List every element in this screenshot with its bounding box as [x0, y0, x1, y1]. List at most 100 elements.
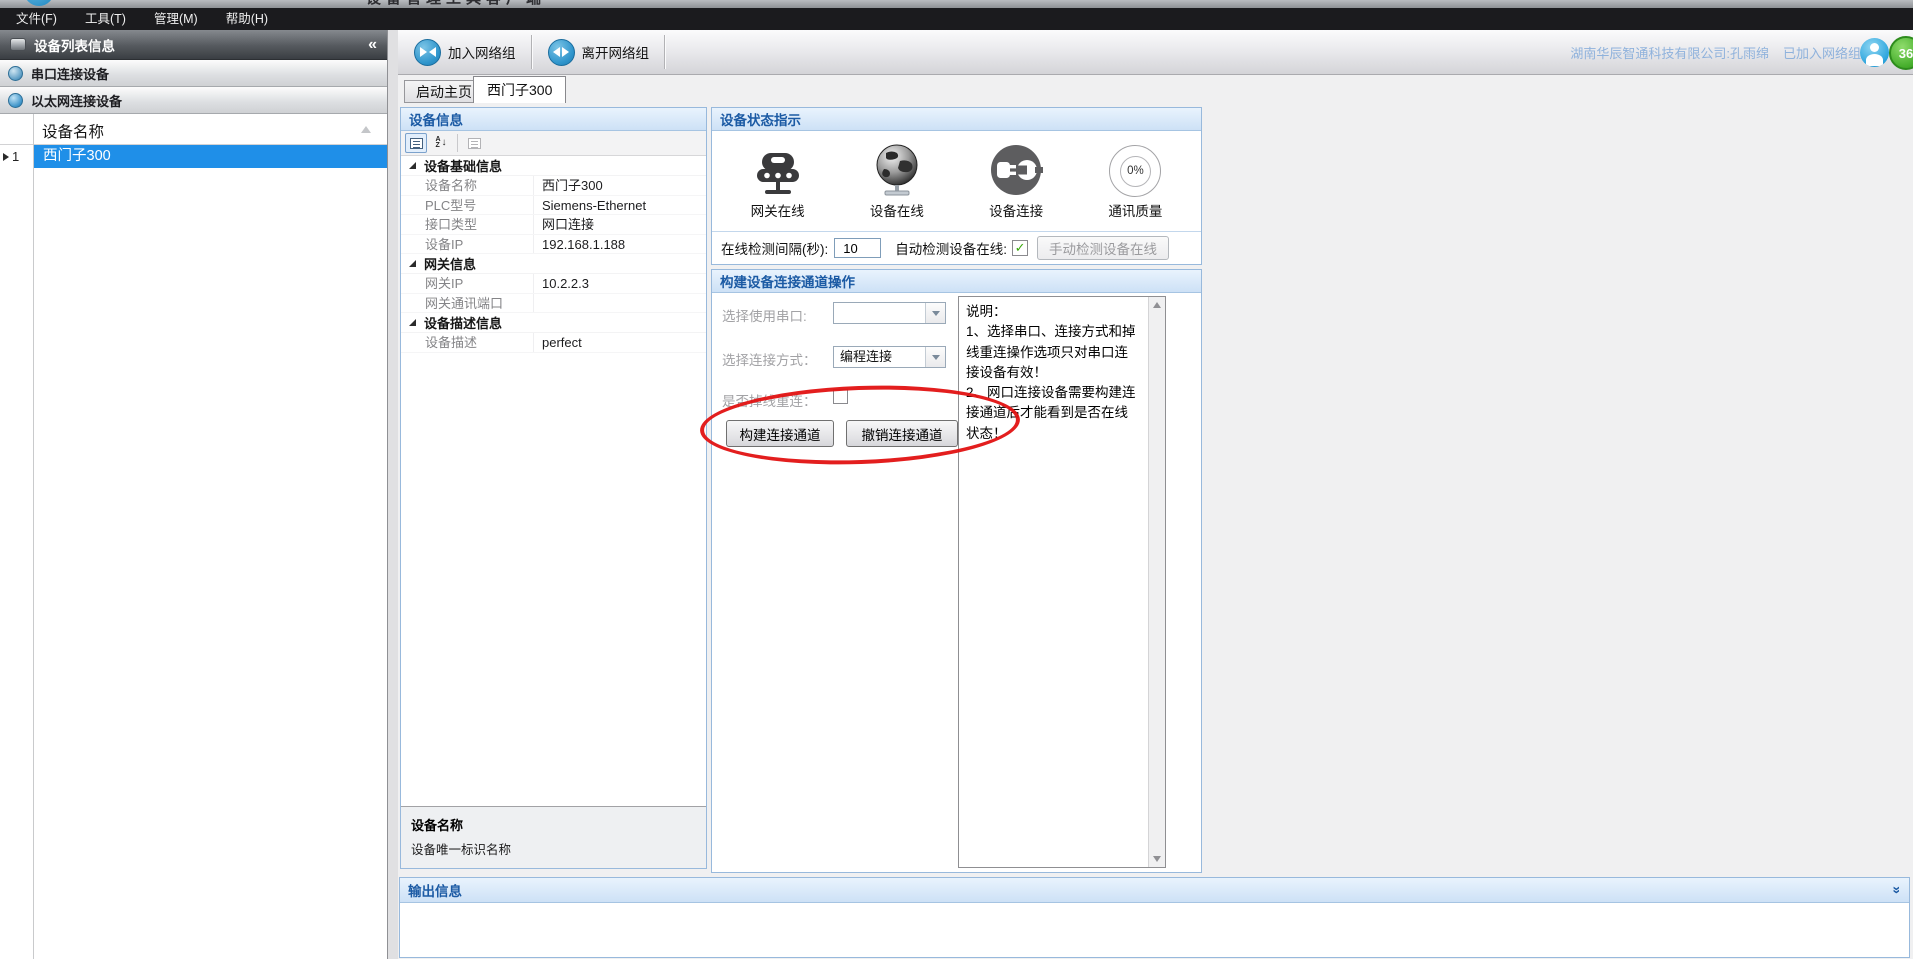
gateway-online-icon [752, 149, 804, 197]
sidebar-title: 设备列表信息 [34, 35, 368, 55]
indicator-comm-quality: 0% 通讯质量 [1080, 139, 1190, 220]
leave-group-icon [548, 39, 575, 66]
property-row[interactable]: 设备IP 192.168.1.188 [401, 235, 706, 255]
app-icon [24, 0, 54, 6]
property-row[interactable]: 接口类型 网口连接 [401, 215, 706, 235]
categorized-view-icon[interactable] [405, 133, 427, 153]
device-table-header[interactable]: 设备名称 [0, 114, 387, 145]
note-line-2: 2、网口连接设备需要构建连接通道后才能看到是否在线状态！ [966, 383, 1141, 444]
sidebar-header: 设备列表信息 « [0, 30, 387, 60]
auto-detect-checkbox[interactable]: ✓ [1012, 240, 1028, 256]
leave-group-label: 离开网络组 [582, 42, 650, 62]
row-header-divider [33, 114, 34, 959]
menu-help[interactable]: 帮助(H) [212, 8, 282, 30]
reconnect-checkbox[interactable] [833, 389, 848, 404]
property-row[interactable]: 设备名称 西门子300 [401, 176, 706, 196]
expander-icon[interactable] [409, 162, 416, 169]
collapse-output-icon[interactable]: « [1888, 886, 1902, 894]
main-toolbar: 加入网络组 离开网络组 湖南华辰智通科技有限公司:孔雨绵 已加入网络组 36 [398, 30, 1913, 75]
status-indicators: 网关在线 [712, 131, 1201, 220]
property-row[interactable]: PLC型号 Siemens-Ethernet [401, 196, 706, 216]
reconnect-label: 是否掉线重连： [722, 390, 817, 410]
online-detect-row: 在线检测间隔(秒): 自动检测设备在线: ✓ 手动检测设备在线 [712, 231, 1201, 264]
scroll-up-icon[interactable] [1153, 302, 1161, 308]
property-grid-toolbar: A Z ↓ [401, 131, 706, 156]
menu-manage[interactable]: 管理(M) [140, 8, 212, 30]
toolbar-separator [531, 35, 533, 69]
indicator-device-connect: 设备连接 [961, 139, 1071, 220]
sidebar-item-ethernet-devices[interactable]: 以太网连接设备 [0, 87, 387, 114]
expander-icon[interactable] [409, 260, 416, 267]
auto-detect-label: 自动检测设备在线: [895, 238, 1007, 258]
network-status-text: 已加入网络组 [1783, 43, 1861, 62]
device-info-header: 设备信息 [401, 108, 706, 131]
toolbar-separator [457, 134, 458, 152]
chevron-down-icon[interactable] [925, 347, 945, 367]
device-connect-plug-icon [989, 143, 1043, 197]
menu-tools[interactable]: 工具(T) [71, 8, 140, 30]
menu-file[interactable]: 文件(F) [2, 8, 71, 30]
table-row-selected[interactable]: 西门子300 [34, 145, 387, 168]
serial-port-label: 选择使用串口: [722, 305, 807, 325]
tab-start-home[interactable]: 启动主页 [404, 80, 484, 103]
property-row[interactable]: 网关IP 10.2.2.3 [401, 274, 706, 294]
sidebar-item-label: 以太网连接设备 [31, 91, 122, 110]
property-row[interactable]: 网关通讯端口 [401, 294, 706, 314]
revoke-channel-button[interactable]: 撤销连接通道 [846, 420, 958, 447]
scroll-down-icon[interactable] [1153, 856, 1161, 862]
menu-bar: 文件(F) 工具(T) 管理(M) 帮助(H) [0, 8, 1913, 30]
build-channel-title: 构建设备连接通道操作 [720, 271, 855, 291]
instructions-box: 说明： 1、选择串口、连接方式和掉线重连操作选项只对串口连接设备有效！ 2、网口… [958, 296, 1166, 868]
category-basic-info[interactable]: 设备基础信息 [401, 156, 706, 176]
device-name-column-header[interactable]: 设备名称 [42, 120, 104, 142]
user-info-area: 湖南华辰智通科技有限公司:孔雨绵 已加入网络组 [1570, 30, 1861, 75]
device-info-panel: 设备信息 A Z ↓ [400, 107, 707, 869]
category-gateway-info[interactable]: 网关信息 [401, 254, 706, 274]
output-panel: 输出信息 « [399, 877, 1910, 958]
join-group-label: 加入网络组 [448, 42, 516, 62]
device-status-panel: 设备状态指示 [711, 107, 1202, 265]
window-title: 设备管理工具客户端 [366, 0, 546, 8]
user-avatar [1860, 38, 1889, 67]
serial-devices-icon [8, 66, 23, 81]
device-list-sidebar: 设备列表信息 « 串口连接设备 以太网连接设备 设备名称 1 西门子300 [0, 30, 388, 959]
device-status-title: 设备状态指示 [720, 109, 801, 129]
sort-indicator-icon [361, 126, 371, 133]
category-description-info[interactable]: 设备描述信息 [401, 313, 706, 333]
device-online-globe-icon [872, 143, 922, 197]
alphabetical-sort-icon[interactable]: A Z ↓ [430, 133, 452, 153]
collapse-sidebar-icon[interactable]: « [368, 38, 377, 52]
build-channel-button[interactable]: 构建连接通道 [726, 420, 834, 447]
toolbar-separator [664, 35, 666, 69]
interval-input[interactable] [834, 238, 881, 258]
device-status-header: 设备状态指示 [712, 108, 1201, 131]
join-network-group-button[interactable]: 加入网络组 [404, 33, 526, 71]
comm-quality-gauge-icon: 0% [1109, 145, 1161, 197]
sidebar-splitter[interactable] [388, 30, 398, 959]
note-title: 说明： [966, 302, 1141, 322]
connect-mode-select[interactable]: 编程连接 [833, 346, 946, 368]
current-row-arrow-icon [3, 153, 9, 161]
build-channel-header: 构建设备连接通道操作 [712, 270, 1201, 293]
tab-siemens-300[interactable]: 西门子300 [473, 76, 566, 103]
chevron-down-icon[interactable] [925, 303, 945, 323]
serial-port-select[interactable] [833, 302, 946, 324]
comm-quality-value: 0% [1127, 165, 1144, 177]
selected-property-name: 设备名称 [411, 815, 696, 834]
leave-network-group-button[interactable]: 离开网络组 [538, 33, 660, 71]
sidebar-item-serial-devices[interactable]: 串口连接设备 [0, 60, 387, 87]
property-row[interactable]: 设备描述 perfect [401, 333, 706, 353]
device-list-icon [10, 38, 26, 51]
sidebar-item-label: 串口连接设备 [31, 64, 109, 83]
ethernet-devices-icon [8, 93, 23, 108]
property-pages-icon [463, 133, 485, 153]
expander-icon[interactable] [409, 319, 416, 326]
note-scrollbar[interactable] [1148, 297, 1165, 867]
output-content [400, 903, 1909, 957]
window-titlebar: 设备管理工具客户端 [0, 0, 1913, 8]
note-line-1: 1、选择串口、连接方式和掉线重连操作选项只对串口连接设备有效！ [966, 322, 1141, 383]
connect-mode-label: 选择连接方式： [722, 349, 817, 369]
manual-detect-button[interactable]: 手动检测设备在线 [1037, 236, 1169, 260]
row-number-cell: 1 [0, 145, 33, 168]
join-group-icon [414, 39, 441, 66]
